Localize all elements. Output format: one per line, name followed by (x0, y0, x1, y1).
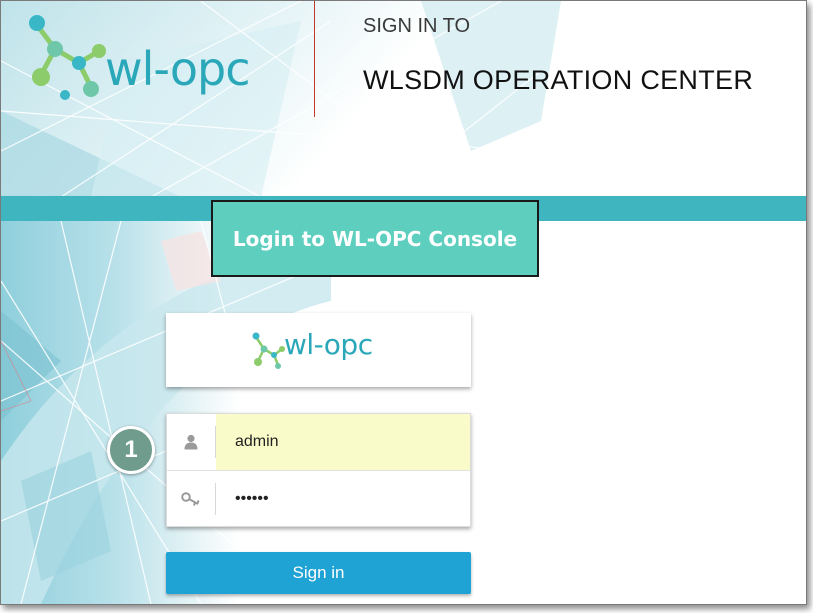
password-input[interactable] (216, 471, 470, 527)
console-banner: Login to WL-OPC Console (211, 200, 539, 277)
login-logo-card: wl-opc (166, 313, 471, 387)
page-title: WLSDM OPERATION CENTER (363, 65, 754, 95)
user-icon (167, 414, 215, 470)
signin-to-label: SIGN IN TO (363, 15, 471, 37)
step-badge: 1 (107, 426, 155, 474)
username-input[interactable] (216, 414, 470, 470)
key-icon (167, 471, 215, 527)
password-row (167, 470, 470, 527)
logo-wordmark-small: wl-opc (284, 328, 373, 361)
header-divider (314, 1, 315, 117)
username-row (167, 414, 470, 470)
login-window: wl-opc SIGN IN TO WLSDM OPERATION CENTER (0, 0, 807, 605)
login-form (166, 413, 471, 527)
sign-in-button[interactable]: Sign in (166, 552, 471, 594)
logo-wordmark: wl-opc (105, 42, 250, 96)
header: wl-opc SIGN IN TO WLSDM OPERATION CENTER (1, 1, 806, 197)
